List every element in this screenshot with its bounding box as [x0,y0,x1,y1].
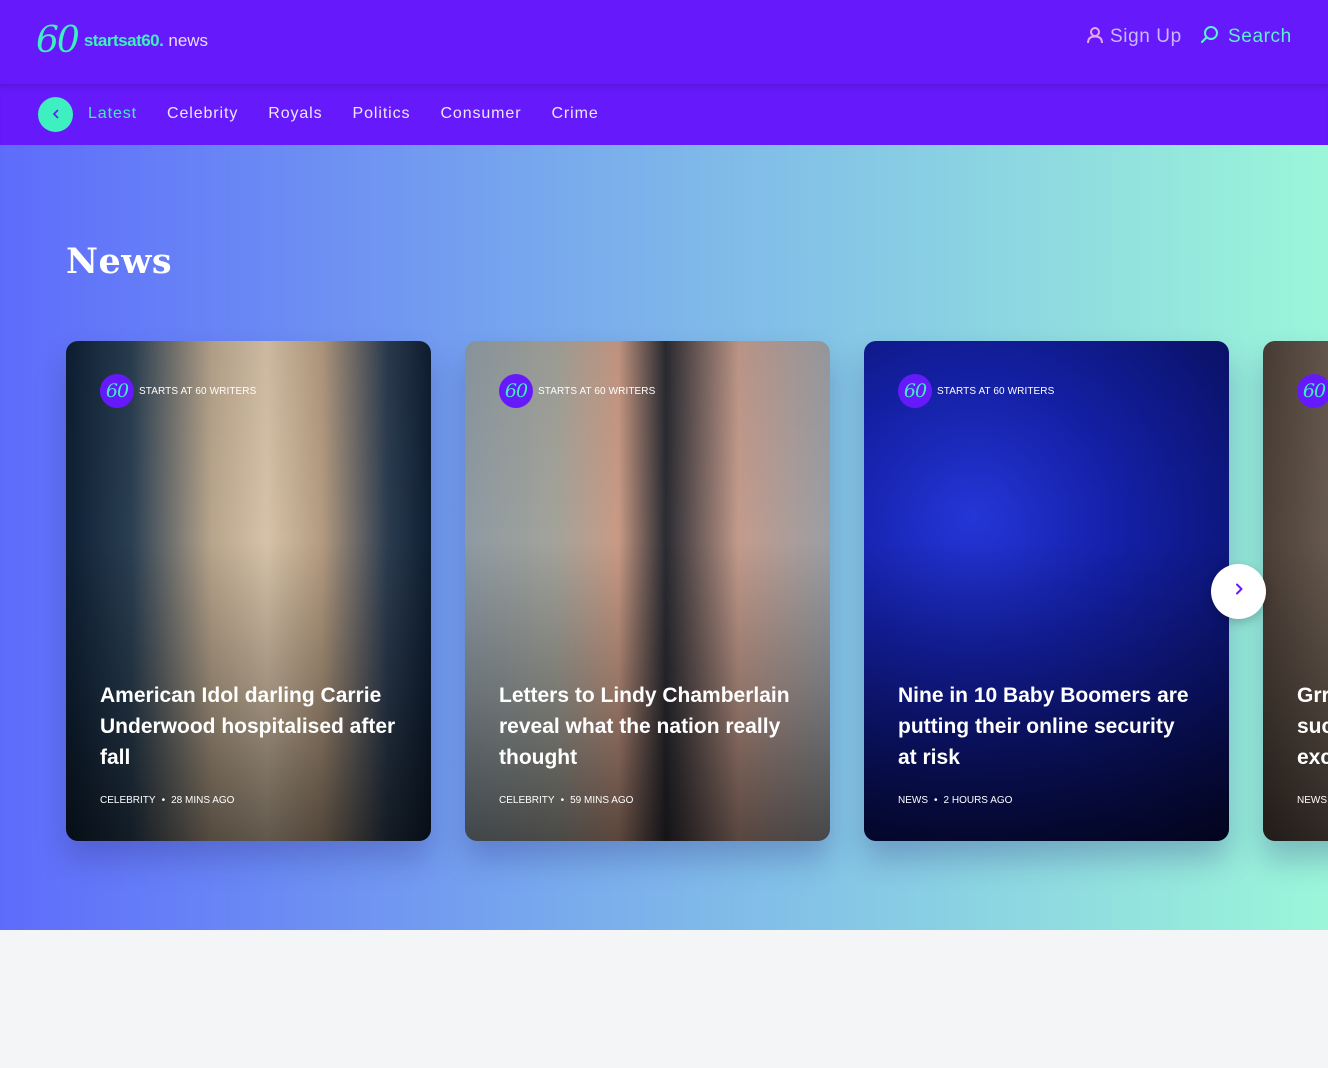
card-time: 28 MINS AGO [171,795,235,806]
card-title[interactable]: Letters to Lindy Chamberlain reveal what… [499,680,799,773]
news-hero: News 60 STARTS AT 60 WRITERS American Id… [0,145,1328,930]
author-avatar: 60 [499,374,533,408]
logo-section: news [168,31,209,50]
nav-scroll-left-button[interactable] [38,97,73,132]
card-meta: CELEBRITY • 28 MINS AGO [100,795,234,806]
logo-mark: 60 [36,20,80,61]
author-name: STARTS AT 60 WRITERS [139,385,257,397]
author-name: STARTS AT 60 WRITERS [937,385,1055,397]
section-title: News [66,241,173,282]
meta-separator: • [161,795,166,806]
card-meta: CELEBRITY • 59 MINS AGO [499,795,633,806]
card-title[interactable]: American Idol darling Carrie Underwood h… [100,680,400,773]
chevron-left-icon [51,106,61,124]
card-meta: NEWS [1297,795,1327,806]
carousel-next-button[interactable] [1211,564,1266,619]
card-time: 2 HOURS AGO [943,795,1013,806]
article-card[interactable]: 60 STARTS AT 60 WRITERS Nine in 10 Baby … [864,341,1229,841]
card-meta: NEWS • 2 HOURS AGO [898,795,1012,806]
sign-up-label: Sign Up [1110,26,1182,47]
top-bar: 60 startsat60. news Sign Up Search [0,0,1328,84]
card-author: 60 STARTS AT 60 WRITERS [499,374,655,408]
category-nav: Latest Celebrity Royals Politics Consume… [0,84,1328,145]
search-icon [1200,25,1219,49]
author-avatar: 60 [1297,374,1328,408]
author-avatar: 60 [100,374,134,408]
article-card[interactable]: 60 STARTS AT 60 WRITERS Letters to Lindy… [465,341,830,841]
nav-item-consumer[interactable]: Consumer [440,104,521,124]
article-card[interactable]: 60 Grr suc exc NEWS [1263,341,1328,841]
nav-item-latest[interactable]: Latest [88,104,137,124]
meta-separator: • [560,795,565,806]
nav-item-crime[interactable]: Crime [551,104,598,124]
card-author: 60 STARTS AT 60 WRITERS [100,374,256,408]
logo-wordmark: startsat60. [83,31,164,50]
nav-item-celebrity[interactable]: Celebrity [167,104,238,124]
search-button[interactable]: Search [1200,25,1292,49]
search-label: Search [1228,26,1292,47]
card-author: 60 STARTS AT 60 WRITERS [898,374,1054,408]
author-name: STARTS AT 60 WRITERS [538,385,656,397]
card-category[interactable]: NEWS [898,795,928,806]
card-category[interactable]: NEWS [1297,795,1327,806]
card-category[interactable]: CELEBRITY [499,795,555,806]
user-icon [1086,26,1104,49]
nav-items: Latest Celebrity Royals Politics Consume… [88,104,629,124]
nav-item-royals[interactable]: Royals [268,104,322,124]
card-time: 59 MINS AGO [570,795,634,806]
author-avatar: 60 [898,374,932,408]
card-author: 60 [1297,374,1328,408]
nav-item-politics[interactable]: Politics [353,104,411,124]
article-card[interactable]: 60 STARTS AT 60 WRITERS American Idol da… [66,341,431,841]
site-logo[interactable]: 60 startsat60. news [36,22,208,60]
chevron-right-icon [1232,582,1246,601]
meta-separator: • [934,795,938,806]
card-title[interactable]: Nine in 10 Baby Boomers are putting thei… [898,680,1198,773]
card-category[interactable]: CELEBRITY [100,795,156,806]
card-title[interactable]: Grr suc exc [1297,680,1328,773]
sign-up-button[interactable]: Sign Up [1086,25,1182,49]
